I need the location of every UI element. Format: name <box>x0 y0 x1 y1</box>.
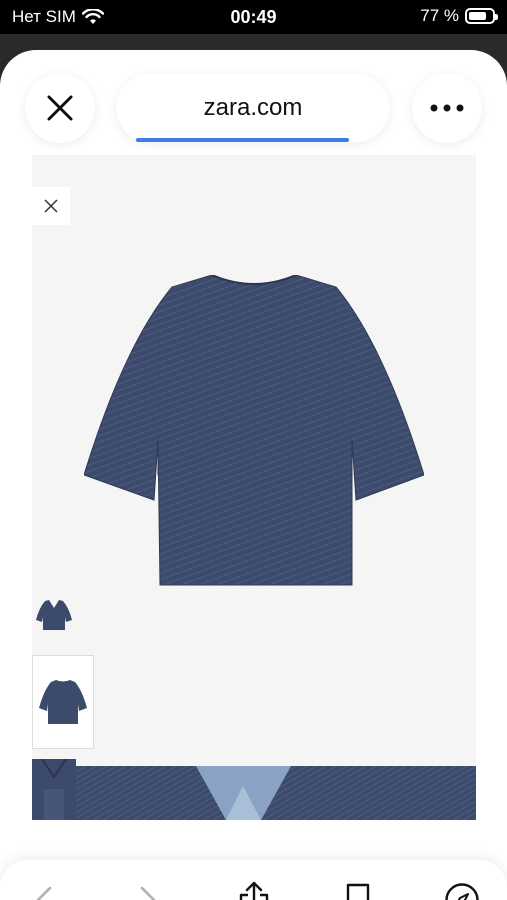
back-button[interactable] <box>24 880 64 900</box>
load-progress-bar <box>136 138 349 142</box>
thumbnail-back[interactable] <box>32 655 94 749</box>
more-button[interactable] <box>412 73 482 143</box>
url-text: zara.com <box>203 94 303 121</box>
forward-button[interactable] <box>128 880 168 900</box>
battery-icon <box>465 8 498 24</box>
compass-icon <box>445 883 479 900</box>
browser-toolbar <box>0 860 507 900</box>
close-icon <box>47 95 73 121</box>
thumbnail-detail[interactable] <box>32 759 76 820</box>
forward-arrow-icon <box>140 886 156 900</box>
back-arrow-icon <box>36 886 52 900</box>
close-icon <box>44 199 58 213</box>
share-button[interactable] <box>234 880 274 900</box>
bookmarks-button[interactable] <box>338 880 378 900</box>
bookmark-icon <box>346 883 370 900</box>
product-image-viewer[interactable] <box>32 155 476 820</box>
tabs-compass-button[interactable] <box>442 880 482 900</box>
viewer-close-button[interactable] <box>32 187 70 225</box>
thumbnail-front[interactable] <box>32 585 76 645</box>
close-button[interactable] <box>25 73 95 143</box>
battery-percent: 77 % <box>420 6 459 25</box>
thumbnail-image <box>32 759 76 820</box>
battery-group: 77 % <box>420 6 498 26</box>
thumbnail-image <box>39 680 87 724</box>
detail-image-strip <box>76 766 476 820</box>
browser-sheet: zara.com <box>0 50 507 900</box>
more-icon <box>430 104 464 112</box>
product-image <box>84 275 424 586</box>
status-bar: Нет SIM 00:49 77 % <box>0 0 507 34</box>
thumbnail-image <box>36 600 72 630</box>
share-icon <box>239 881 269 900</box>
url-bar[interactable]: zara.com <box>116 74 390 142</box>
